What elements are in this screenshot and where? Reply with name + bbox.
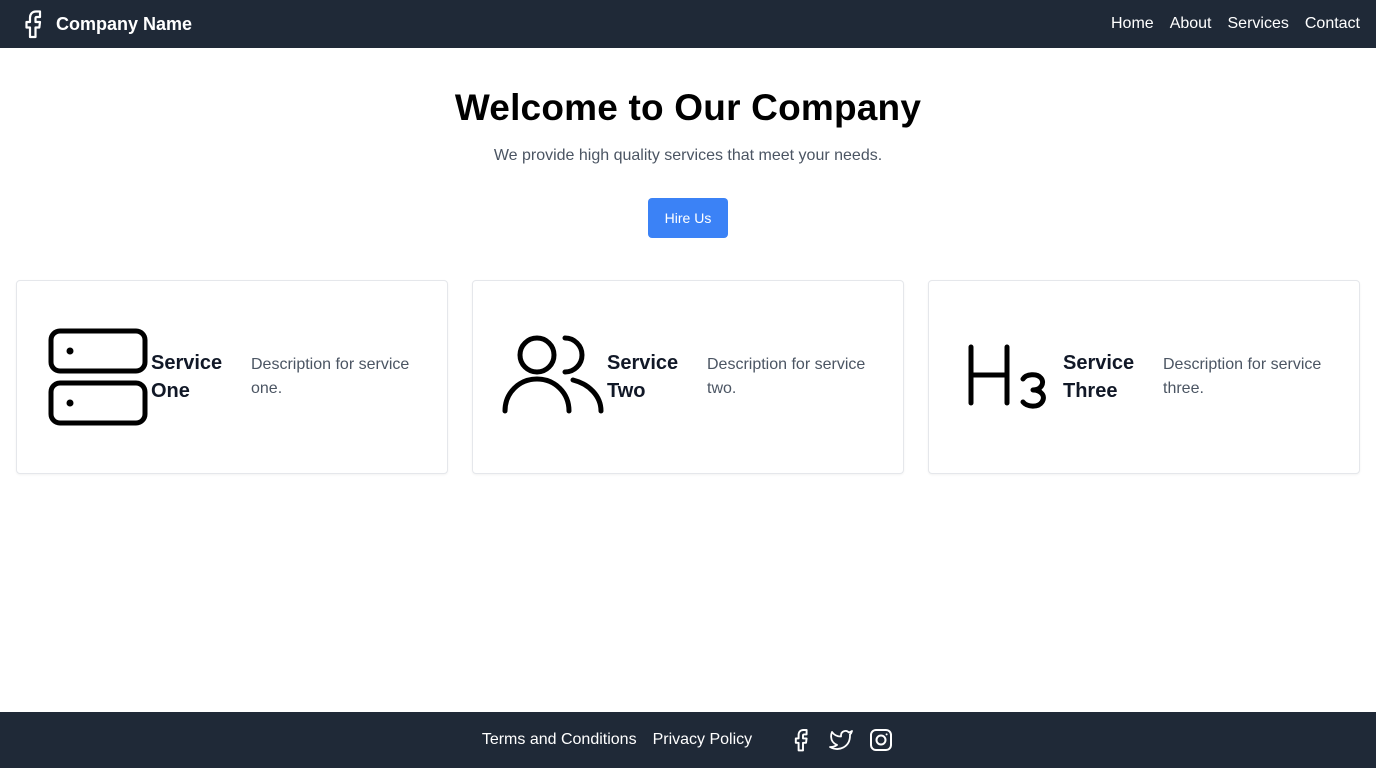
service-card-two: Service Two Description for service two. [472,280,904,474]
terms-link[interactable]: Terms and Conditions [482,731,637,749]
facebook-icon[interactable] [788,727,814,753]
instagram-icon[interactable] [868,727,894,753]
service-card-three: Service Three Description for service th… [928,280,1360,474]
service-card-one: Service One Description for service one. [16,280,448,474]
hero-subtitle: We provide high quality services that me… [493,147,883,164]
facebook-icon [22,9,44,39]
privacy-link[interactable]: Privacy Policy [653,731,753,749]
nav-about[interactable]: About [1170,15,1212,33]
service-title: Service One [151,352,223,402]
nav-home[interactable]: Home [1111,15,1154,33]
service-description: Description for service two. [707,356,866,397]
company-name: Company Name [56,13,193,34]
hero-section: Welcome to Our Company We provide high q… [0,48,1376,238]
main-nav: Home About Services Contact [1111,15,1360,33]
nav-contact[interactable]: Contact [1305,15,1360,33]
social-links [788,727,894,753]
twitter-icon[interactable] [828,727,854,753]
service-title: Service Three [1063,352,1135,402]
footer: Terms and Conditions Privacy Policy [0,712,1376,768]
server-icon [45,325,149,429]
service-description: Description for service one. [251,356,410,397]
service-title: Service Two [607,352,679,402]
services-section: Service One Description for service one.… [16,280,1360,474]
users-icon [501,325,605,429]
service-description: Description for service three. [1163,356,1322,397]
top-navbar: Company Name Home About Services Contact [0,0,1376,48]
brand[interactable]: Company Name [22,9,192,39]
footer-links: Terms and Conditions Privacy Policy [482,731,752,749]
nav-services[interactable]: Services [1228,15,1289,33]
hero-title: Welcome to Our Company [454,87,922,128]
heading-h3-icon [957,325,1061,429]
hire-us-button[interactable]: Hire Us [648,198,728,238]
